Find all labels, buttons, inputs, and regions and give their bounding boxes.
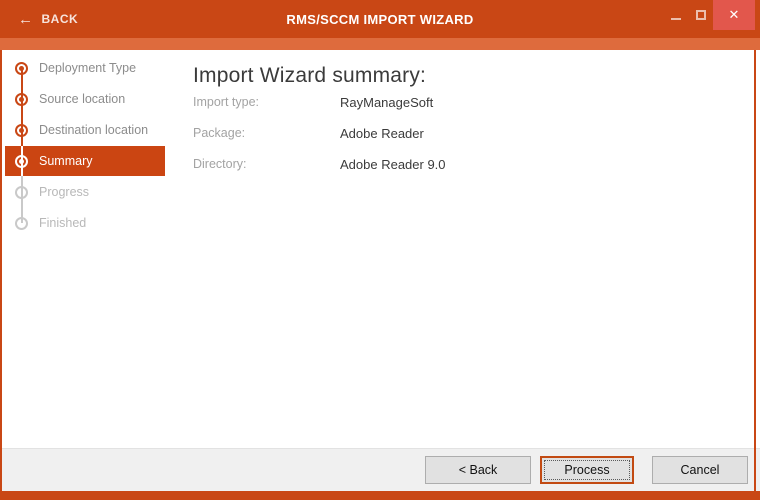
- step-bullet-icon: [15, 123, 28, 137]
- field-value: RayManageSoft: [340, 95, 434, 110]
- cancel-button[interactable]: Cancel: [652, 456, 748, 484]
- step-label: Deployment Type: [39, 61, 137, 75]
- back-label: BACK: [41, 12, 79, 26]
- field-label: Package:: [193, 126, 246, 140]
- sidebar-item-summary[interactable]: Summary: [0, 146, 180, 176]
- process-button[interactable]: Process: [540, 456, 634, 484]
- field-label: Import type:: [193, 95, 259, 109]
- window-controls: ✕: [663, 0, 755, 38]
- minimize-icon: [670, 18, 681, 20]
- sidebar-item-source-location[interactable]: Source location: [0, 84, 180, 114]
- summary-content: Import Wizard summary: Import type: RayM…: [193, 50, 750, 172]
- wizard-steps-sidebar: Deployment Type Source location Destinat…: [0, 50, 180, 448]
- step-bullet-icon: [15, 61, 28, 75]
- step-label: Source location: [39, 92, 126, 106]
- summary-field-package: Package: Adobe Reader: [193, 126, 424, 142]
- minimize-button[interactable]: [663, 0, 688, 30]
- window-right-border: [754, 50, 756, 491]
- titlebar-back-button[interactable]: ← BACK: [18, 0, 78, 38]
- window-bottom-border: [0, 491, 760, 500]
- step-bullet-icon: [15, 92, 28, 106]
- back-button[interactable]: < Back: [425, 456, 531, 484]
- titlebar: ← BACK RMS/SCCM IMPORT WIZARD ✕: [0, 0, 760, 38]
- field-value: Adobe Reader: [340, 126, 424, 141]
- sidebar-item-destination-location[interactable]: Destination location: [0, 115, 180, 145]
- field-label: Directory:: [193, 157, 247, 171]
- step-bullet-icon: [15, 154, 28, 168]
- titlebar-accent-strip: [0, 38, 760, 50]
- field-value: Adobe Reader 9.0: [340, 157, 446, 172]
- step-bullet-icon: [15, 185, 28, 199]
- sidebar-item-progress[interactable]: Progress: [0, 177, 180, 207]
- close-icon: ✕: [728, 7, 740, 22]
- maximize-button[interactable]: [688, 0, 713, 30]
- summary-field-import-type: Import type: RayManageSoft: [193, 95, 433, 111]
- step-label: Destination location: [39, 123, 149, 137]
- window-title: RMS/SCCM IMPORT WIZARD: [286, 11, 474, 27]
- summary-field-directory: Directory: Adobe Reader 9.0: [193, 157, 446, 173]
- back-arrow-icon: ←: [18, 10, 34, 28]
- step-label: Summary: [39, 154, 93, 168]
- step-label: Progress: [39, 185, 90, 199]
- sidebar-item-finished[interactable]: Finished: [0, 208, 180, 238]
- page-title: Import Wizard summary:: [193, 64, 427, 87]
- footer-button-bar: < Back Process Cancel: [0, 448, 760, 491]
- close-button[interactable]: ✕: [713, 0, 755, 30]
- sidebar-item-deployment-type[interactable]: Deployment Type: [0, 53, 180, 83]
- wizard-window: ← BACK RMS/SCCM IMPORT WIZARD ✕ Deployme…: [0, 0, 760, 500]
- step-bullet-icon: [15, 216, 28, 230]
- window-left-border: [0, 50, 2, 491]
- step-label: Finished: [39, 216, 87, 230]
- wizard-body: Deployment Type Source location Destinat…: [0, 50, 760, 448]
- maximize-icon: [695, 10, 706, 20]
